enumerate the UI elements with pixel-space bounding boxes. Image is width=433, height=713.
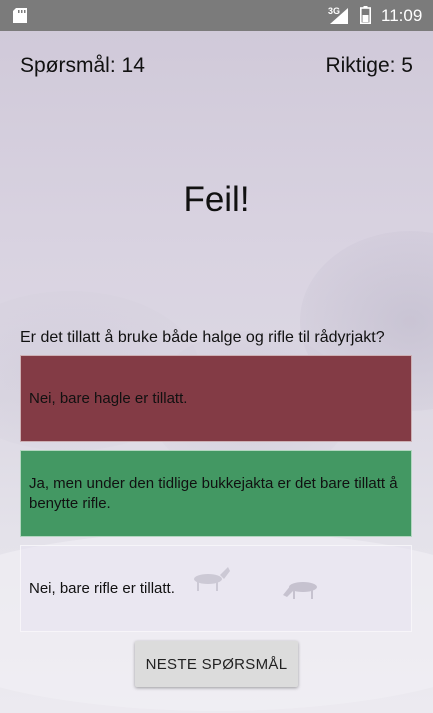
clock: 11:09 [381,6,423,25]
battery-icon [360,6,371,24]
answer-label: Nei, bare rifle er tillatt. [29,579,175,597]
question-text: Er det tillatt å bruke både halge og rif… [20,329,385,346]
question-counter: Spørsmål: 14 [20,54,145,77]
sd-card-icon [13,8,27,23]
answer-option-1[interactable]: Nei, bare hagle er tillatt. [20,355,412,442]
answer-label: Ja, men under den tidlige bukkejakta er … [29,474,398,512]
answer-option-2[interactable]: Ja, men under den tidlige bukkejakta er … [20,450,412,537]
signal-icon [330,8,348,24]
status-bar: 3G 11:09 [0,0,433,31]
answer-option-3[interactable]: Nei, bare rifle er tillatt. [20,545,412,632]
correct-counter: Riktige: 5 [325,54,413,77]
result-title: Feil! [183,180,250,219]
answer-label: Nei, bare hagle er tillatt. [29,389,188,407]
next-question-button[interactable]: NESTE SPØRSMÅL [135,641,298,687]
